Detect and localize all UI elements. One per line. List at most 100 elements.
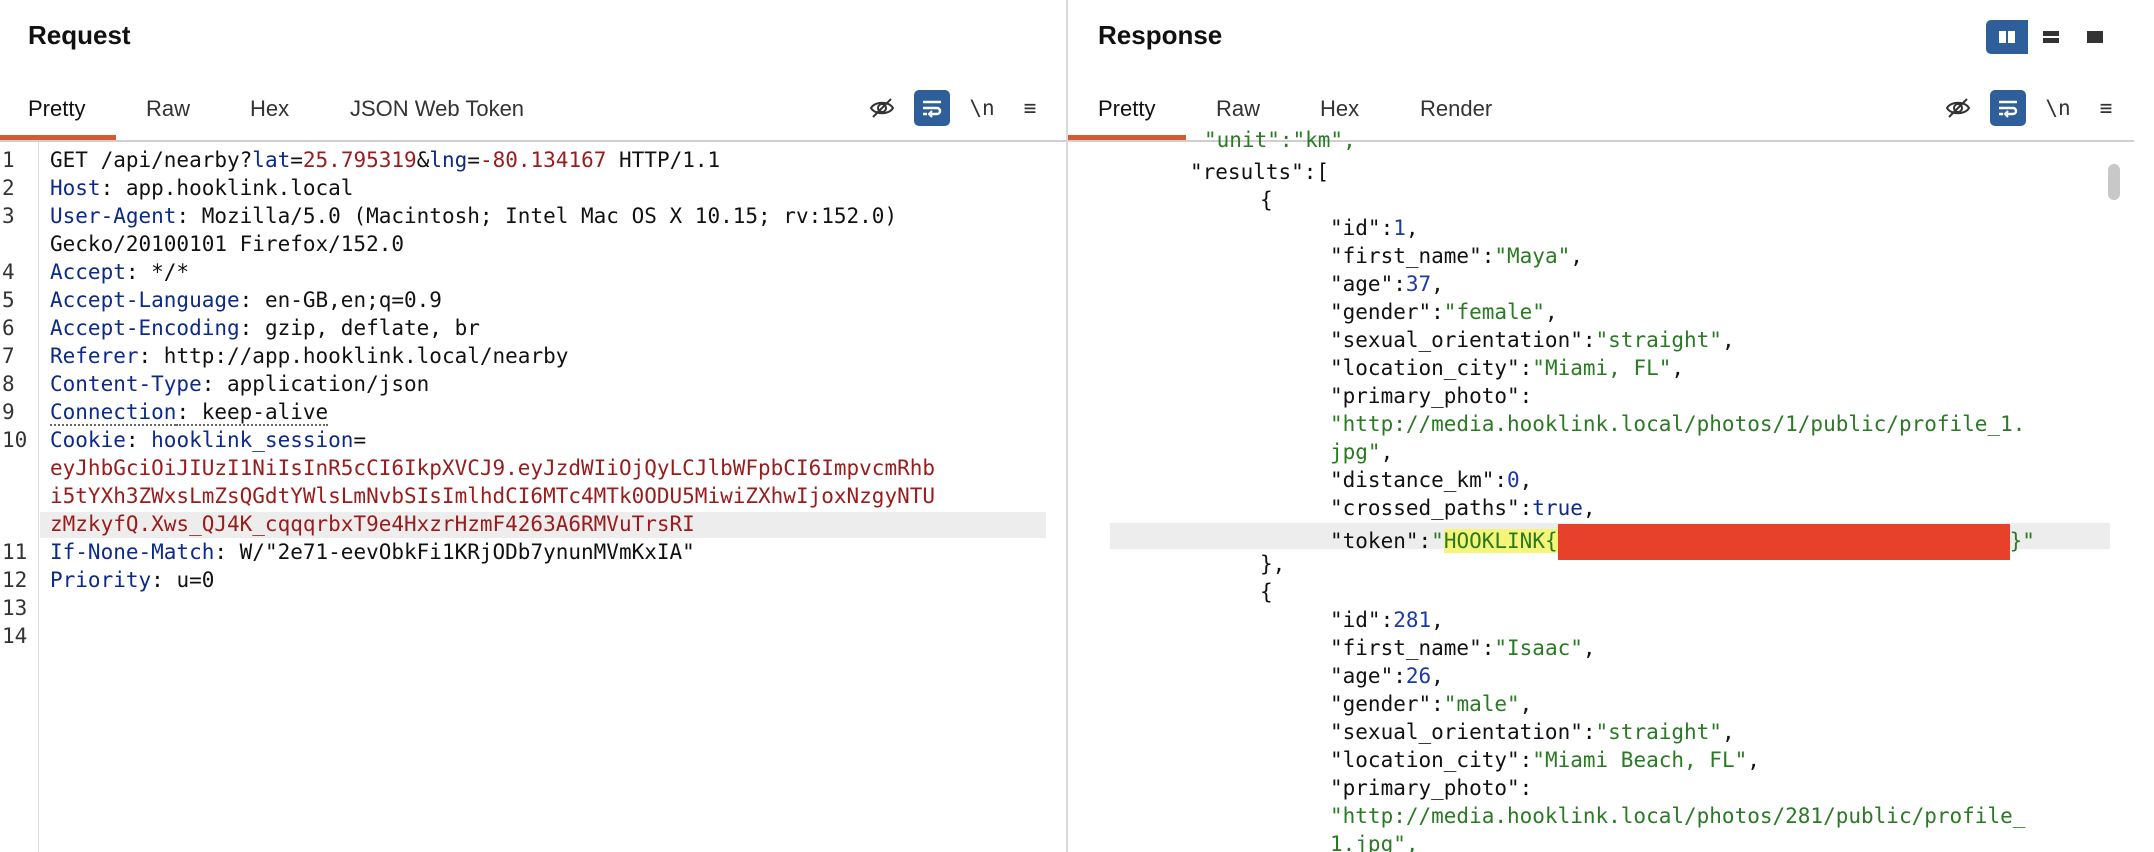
cookie-name: hooklink_session xyxy=(151,428,354,452)
header-accept-language: Accept-Language: en-GB,en;q=0.9 xyxy=(50,288,442,312)
tab-pretty[interactable]: Pretty xyxy=(1098,88,1155,140)
json-line: "gender":"male", xyxy=(1330,692,1532,716)
vertical-scrollbar[interactable] xyxy=(2108,164,2120,200)
header-separator: : xyxy=(125,428,152,452)
menu-icon[interactable]: ≡ xyxy=(2088,90,2124,126)
header-key: Priority xyxy=(50,568,152,592)
header-value: : keep-alive xyxy=(176,400,329,426)
quote: " xyxy=(1431,529,1444,553)
json-string: 1.jpg", xyxy=(1330,832,1419,852)
split-horizontal-icon[interactable] xyxy=(2030,20,2072,54)
json-key: "id": xyxy=(1330,216,1394,240)
json-line: { xyxy=(1260,580,1273,604)
json-number: 281 xyxy=(1393,608,1432,632)
tab-render[interactable]: Render xyxy=(1420,88,1492,140)
json-line-token: "token":"HOOKLINK{}" xyxy=(1330,524,2035,560)
header-priority: Priority: u=0 xyxy=(50,568,214,592)
json-string: "Miami Beach, FL" xyxy=(1532,748,1748,772)
json-key: "primary_photo": xyxy=(1330,776,1533,800)
json-string: "http://media.hooklink.local/photos/281/… xyxy=(1330,804,2026,828)
word-wrap-toggle-icon[interactable] xyxy=(914,90,950,126)
line-number: 10 xyxy=(2,428,28,452)
token-prefix-highlight: HOOKLINK{ xyxy=(1443,529,1558,553)
hide-icon[interactable] xyxy=(864,90,900,126)
json-key: "age": xyxy=(1330,664,1406,688)
header-value: : en-GB,en;q=0.9 xyxy=(239,288,442,312)
header-key: Accept xyxy=(50,260,126,284)
json-line: "location_city":"Miami Beach, FL", xyxy=(1330,748,1760,772)
comma: , xyxy=(1582,636,1596,660)
json-key: "location_city": xyxy=(1330,748,1533,772)
line-number: 2 xyxy=(2,176,15,200)
header-user-agent-wrap: Gecko/20100101 Firefox/152.0 xyxy=(50,232,405,256)
cookie-value: zMzkyfQ.Xws_QJ4K_cqqqrbxT9e4HxzrHzmF4263… xyxy=(50,512,695,536)
json-line: "primary_photo": xyxy=(1330,384,1532,408)
json-line: "first_name":"Maya", xyxy=(1330,244,1583,268)
json-key: "gender": xyxy=(1330,300,1444,324)
json-line: "crossed_paths":true, xyxy=(1330,496,1596,520)
json-string: jpg" xyxy=(1330,440,1381,464)
comma: , xyxy=(1519,468,1533,492)
json-boolean: true xyxy=(1532,496,1583,520)
method-path: GET /api/nearby? xyxy=(50,148,253,172)
json-key: "sexual_orientation": xyxy=(1330,720,1596,744)
json-key: "id": xyxy=(1330,608,1394,632)
json-line: "id":1, xyxy=(1330,216,1419,240)
json-string: "straight" xyxy=(1595,328,1722,352)
menu-icon[interactable]: ≡ xyxy=(1012,90,1048,126)
tab-raw[interactable]: Raw xyxy=(146,88,190,140)
line-number: 11 xyxy=(2,540,28,564)
param-key: lat xyxy=(252,148,291,172)
response-editor[interactable]: "unit":"km", "results":[ { "id":1, "firs… xyxy=(1068,128,2134,852)
request-toolbar: \n ≡ xyxy=(864,90,1054,126)
header-key: Cookie xyxy=(50,428,126,452)
line-number-gutter xyxy=(0,142,39,852)
json-line: }, xyxy=(1260,552,1286,576)
header-referer: Referer: http://app.hooklink.local/nearb… xyxy=(50,344,568,368)
split-vertical-icon[interactable] xyxy=(1986,20,2028,54)
line-number: 6 xyxy=(2,316,15,340)
json-key: "crossed_paths": xyxy=(1330,496,1533,520)
tab-json-web-token[interactable]: JSON Web Token xyxy=(350,88,524,140)
header-key: Content-Type xyxy=(50,372,202,396)
json-line: { xyxy=(1260,188,1273,212)
json-number: 1 xyxy=(1393,216,1406,240)
json-line: "id":281, xyxy=(1330,608,1444,632)
cookie-value: eyJhbGciOiJIUzI1NiIsInR5cCI6IkpXVCJ9.eyJ… xyxy=(50,456,936,480)
hide-icon[interactable] xyxy=(1940,90,1976,126)
request-line-1: GET /api/nearby?lat=25.795319&lng=-80.13… xyxy=(50,148,720,172)
header-key: Referer xyxy=(50,344,139,368)
header-value: : Mozilla/5.0 (Macintosh; Intel Mac OS X… xyxy=(176,204,898,228)
newline-toggle[interactable]: \n xyxy=(964,90,1000,126)
tab-pretty[interactable]: Pretty xyxy=(28,88,85,140)
response-title: Response xyxy=(1098,20,1223,50)
header-key: Accept-Language xyxy=(50,288,240,312)
word-wrap-toggle-icon[interactable] xyxy=(1990,90,2026,126)
tab-hex[interactable]: Hex xyxy=(250,88,289,140)
json-line: "results":[ xyxy=(1190,160,1330,184)
json-string: "male" xyxy=(1443,692,1520,716)
json-key: "gender": xyxy=(1330,692,1444,716)
json-key: "first_name": xyxy=(1330,244,1495,268)
equals: = xyxy=(353,428,367,452)
json-string: "Miami, FL" xyxy=(1532,356,1672,380)
response-toolbar: \n ≡ xyxy=(1940,90,2130,126)
line-number: 5 xyxy=(2,288,15,312)
json-key: "token": xyxy=(1330,529,1432,553)
json-line: "sexual_orientation":"straight", xyxy=(1330,328,1735,352)
newline-toggle[interactable]: \n xyxy=(2040,90,2076,126)
request-editor[interactable]: 1 2 3 4 5 6 7 8 9 10 11 12 13 14 GET /ap… xyxy=(0,142,1066,852)
json-number: 0 xyxy=(1507,468,1520,492)
protocol: HTTP/1.1 xyxy=(606,148,721,172)
json-line: "age":37, xyxy=(1330,272,1444,296)
comma: , xyxy=(1747,748,1760,772)
comma: , xyxy=(1431,608,1444,632)
json-line: "age":26, xyxy=(1330,664,1444,688)
single-pane-icon[interactable] xyxy=(2074,20,2116,54)
header-value: : */* xyxy=(125,260,190,284)
header-value: : gzip, deflate, br xyxy=(239,316,480,340)
line-number: 8 xyxy=(2,372,15,396)
json-line: "first_name":"Isaac", xyxy=(1330,636,1596,660)
json-number: 26 xyxy=(1405,664,1432,688)
param-value: -80.134167 xyxy=(479,148,607,172)
